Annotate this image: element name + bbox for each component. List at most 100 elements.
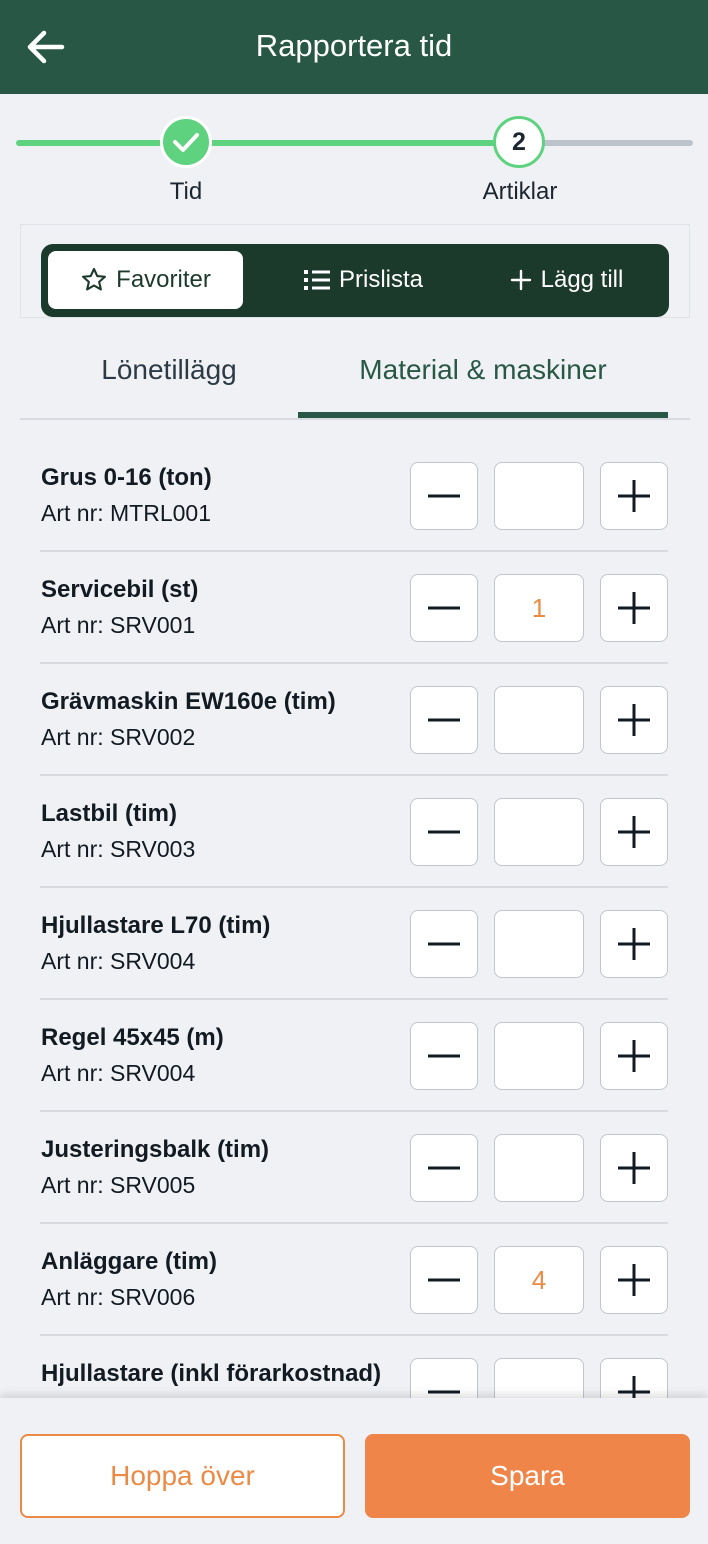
decrement-button[interactable] bbox=[410, 462, 478, 530]
decrement-button[interactable] bbox=[410, 910, 478, 978]
item-article-number: Art nr: MTRL001 bbox=[41, 500, 211, 526]
segment-label: Lägg till bbox=[540, 266, 624, 293]
increment-button[interactable] bbox=[600, 1022, 668, 1090]
list-item: Anläggare (tim) Art nr: SRV006 bbox=[40, 1224, 668, 1336]
decrement-button[interactable] bbox=[410, 1134, 478, 1202]
increment-button[interactable] bbox=[600, 462, 668, 530]
checkmark-icon bbox=[173, 133, 199, 152]
plus-icon bbox=[510, 269, 531, 291]
star-icon bbox=[82, 267, 107, 291]
item-article-number: Art nr: SRV005 bbox=[41, 1172, 196, 1198]
skip-button[interactable]: Hoppa över bbox=[20, 1434, 345, 1518]
minus-icon bbox=[428, 942, 460, 946]
segment-label: Prislista bbox=[338, 266, 423, 293]
step-label-tid: Tid bbox=[169, 178, 203, 205]
step-number: 2 bbox=[512, 127, 526, 156]
increment-button[interactable] bbox=[600, 798, 668, 866]
item-name: Grävmaskin EW160e (tim) bbox=[41, 688, 336, 715]
source-selector-panel: Favoriter Prislista Lägg till bbox=[20, 224, 690, 318]
minus-icon bbox=[428, 606, 460, 610]
tab-material-maskiner[interactable]: Material & maskiner bbox=[298, 354, 668, 386]
segment-label: Favoriter bbox=[116, 266, 211, 293]
decrement-button[interactable] bbox=[410, 686, 478, 754]
item-name: Anläggare (tim) bbox=[41, 1248, 218, 1275]
list-item: Justeringsbalk (tim) Art nr: SRV005 bbox=[40, 1112, 668, 1224]
plus-icon bbox=[618, 1264, 650, 1296]
item-article-number: Art nr: SRV004 bbox=[41, 1060, 196, 1086]
category-tabs: Lönetillägg Material & maskiner bbox=[20, 330, 690, 420]
item-article-number: Art nr: SRV002 bbox=[41, 724, 196, 750]
minus-icon bbox=[428, 830, 460, 834]
app-header: Rapportera tid bbox=[0, 0, 708, 94]
quantity-input[interactable] bbox=[494, 1246, 584, 1314]
quantity-input[interactable] bbox=[494, 686, 584, 754]
page-title: Rapportera tid bbox=[255, 28, 453, 63]
list-item: Regel 45x45 (m) Art nr: SRV004 bbox=[40, 1000, 668, 1112]
minus-icon bbox=[428, 1166, 460, 1170]
list-item: Lastbil (tim) Art nr: SRV003 bbox=[40, 776, 668, 888]
quantity-input[interactable] bbox=[494, 574, 584, 642]
minus-icon bbox=[428, 1278, 460, 1282]
item-article-number: Art nr: SRV003 bbox=[41, 836, 196, 862]
increment-button[interactable] bbox=[600, 1134, 668, 1202]
item-name: Hjullastare L70 (tim) bbox=[41, 912, 271, 939]
minus-icon bbox=[428, 494, 460, 498]
increment-button[interactable] bbox=[600, 574, 668, 642]
item-name: Servicebil (st) bbox=[41, 576, 199, 603]
increment-button[interactable] bbox=[600, 1358, 668, 1400]
active-tab-indicator bbox=[298, 412, 668, 418]
quantity-input[interactable] bbox=[494, 1358, 584, 1400]
item-name: Justeringsbalk (tim) bbox=[41, 1136, 270, 1163]
plus-icon bbox=[618, 928, 650, 960]
tab-lonetillagg[interactable]: Lönetillägg bbox=[20, 354, 318, 386]
item-name: Hjullastare (inkl förarkostnad) bbox=[41, 1360, 382, 1387]
plus-icon bbox=[618, 480, 650, 512]
plus-icon bbox=[618, 1040, 650, 1072]
stepper-track-complete bbox=[16, 140, 511, 146]
list-item: Servicebil (st) Art nr: SRV001 bbox=[40, 552, 668, 664]
item-article-number: Art nr: SRV004 bbox=[41, 948, 196, 974]
item-name: Regel 45x45 (m) bbox=[41, 1024, 224, 1051]
plus-icon bbox=[618, 816, 650, 848]
list-item: Hjullastare (inkl förarkostnad) bbox=[40, 1336, 668, 1400]
quantity-input[interactable] bbox=[494, 1134, 584, 1202]
increment-button[interactable] bbox=[600, 686, 668, 754]
quantity-input[interactable] bbox=[494, 462, 584, 530]
segment-prislista[interactable]: Prislista bbox=[263, 251, 463, 309]
item-name: Lastbil (tim) bbox=[41, 800, 177, 827]
list-item: Grävmaskin EW160e (tim) Art nr: SRV002 bbox=[40, 664, 668, 776]
step-artiklar-current: 2 bbox=[493, 116, 545, 168]
item-name: Grus 0-16 (ton) bbox=[41, 464, 212, 491]
minus-icon bbox=[428, 718, 460, 722]
save-button[interactable]: Spara bbox=[365, 1434, 690, 1518]
minus-icon bbox=[428, 1054, 460, 1058]
plus-icon bbox=[618, 1376, 650, 1400]
increment-button[interactable] bbox=[600, 1246, 668, 1314]
plus-icon bbox=[618, 592, 650, 624]
quantity-input[interactable] bbox=[494, 1022, 584, 1090]
list-item: Hjullastare L70 (tim) Art nr: SRV004 bbox=[40, 888, 668, 1000]
list-item: Grus 0-16 (ton) Art nr: MTRL001 bbox=[40, 440, 668, 552]
item-article-number: Art nr: SRV001 bbox=[41, 612, 196, 638]
plus-icon bbox=[618, 704, 650, 736]
increment-button[interactable] bbox=[600, 910, 668, 978]
progress-stepper: 2 Tid Artiklar bbox=[0, 94, 708, 224]
minus-icon bbox=[428, 1390, 460, 1394]
step-tid-complete bbox=[160, 116, 212, 168]
list-icon bbox=[303, 270, 330, 290]
quantity-input[interactable] bbox=[494, 910, 584, 978]
decrement-button[interactable] bbox=[410, 574, 478, 642]
decrement-button[interactable] bbox=[410, 1022, 478, 1090]
decrement-button[interactable] bbox=[410, 798, 478, 866]
source-segmented-control: Favoriter Prislista Lägg till bbox=[41, 244, 669, 317]
action-footer: Hoppa över Spara bbox=[0, 1398, 708, 1544]
decrement-button[interactable] bbox=[410, 1358, 478, 1400]
plus-icon bbox=[618, 1152, 650, 1184]
segment-favoriter[interactable]: Favoriter bbox=[48, 251, 243, 309]
segment-lagg-till[interactable]: Lägg till bbox=[471, 251, 661, 309]
decrement-button[interactable] bbox=[410, 1246, 478, 1314]
step-label-artiklar: Artiklar bbox=[482, 178, 558, 205]
article-list[interactable]: Grus 0-16 (ton) Art nr: MTRL001 Serviceb… bbox=[0, 440, 708, 1400]
quantity-input[interactable] bbox=[494, 798, 584, 866]
item-article-number: Art nr: SRV006 bbox=[41, 1284, 196, 1310]
